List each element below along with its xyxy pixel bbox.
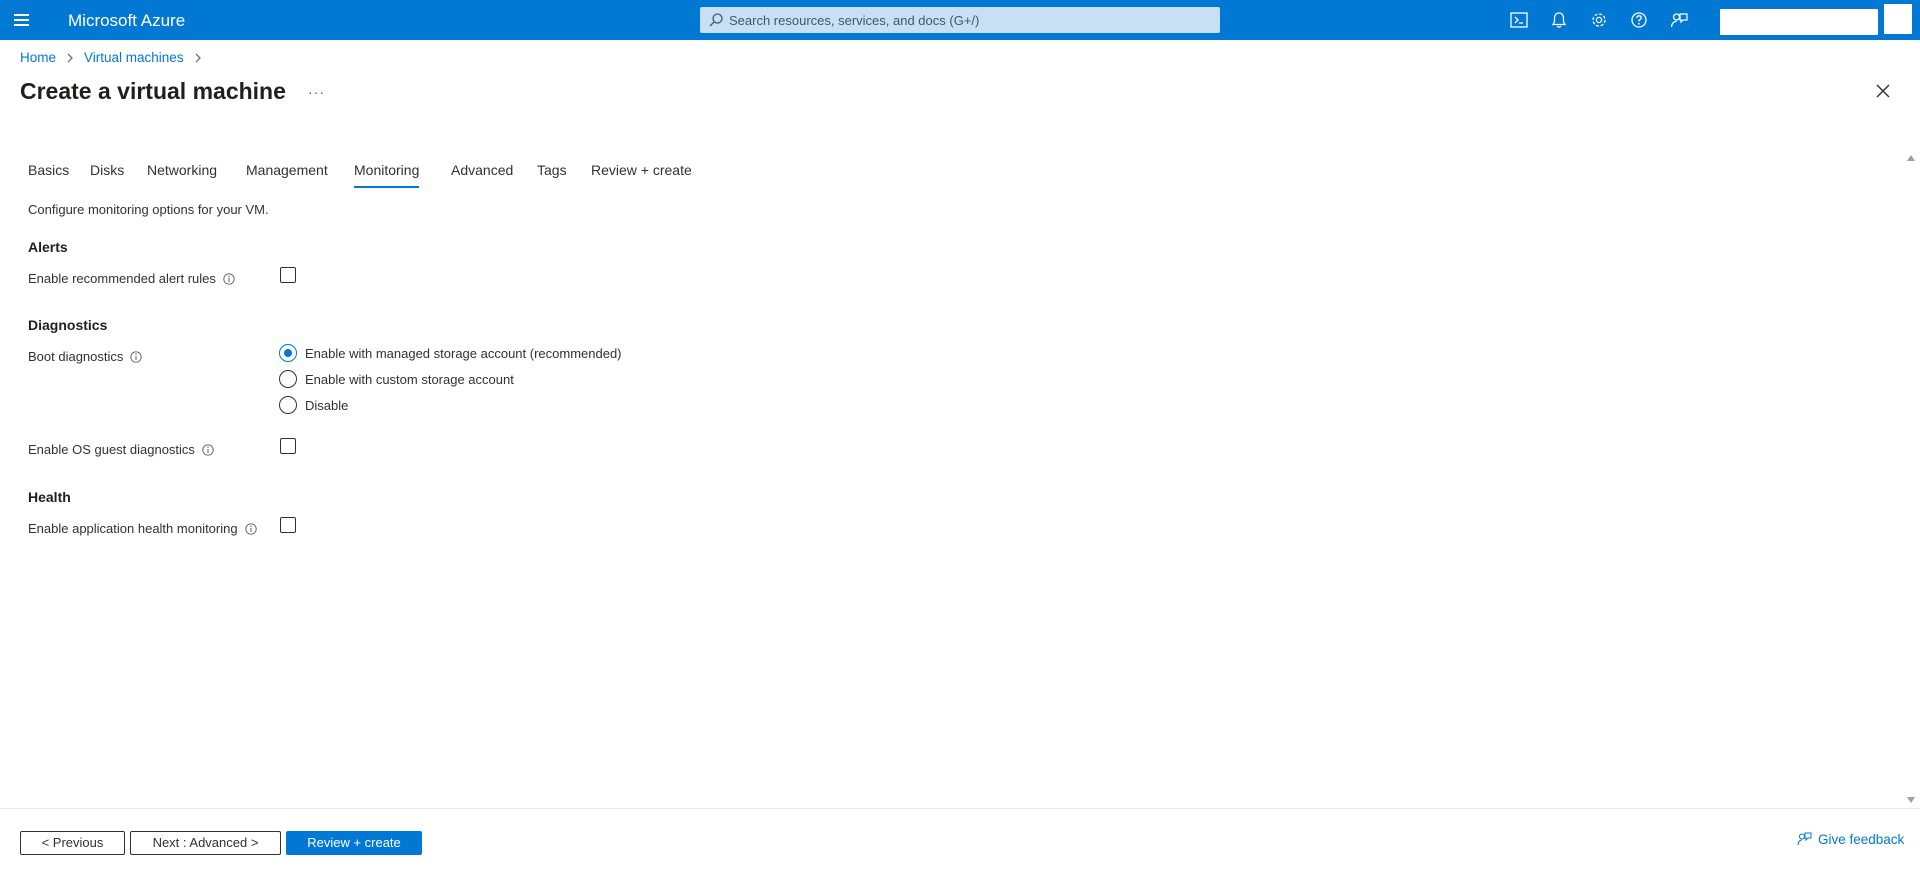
page-title: Create a virtual machine: [20, 78, 286, 104]
chevron-right-icon: [195, 54, 201, 63]
breadcrumb-home[interactable]: Home: [20, 50, 56, 65]
account-field[interactable]: [1720, 9, 1878, 35]
alerts-heading: Alerts: [28, 239, 68, 255]
previous-button[interactable]: < Previous: [20, 831, 125, 855]
cloud-shell-icon[interactable]: [1509, 10, 1529, 30]
info-icon[interactable]: [223, 273, 235, 285]
scroll-down-icon[interactable]: [1906, 796, 1916, 804]
boot-diagnostics-label-text: Boot diagnostics: [28, 349, 124, 364]
radio-label: Disable: [305, 398, 349, 413]
footer-bar: < Previous Next : Advanced > Review + cr…: [0, 808, 1920, 879]
feedback-person-icon: [1797, 832, 1812, 846]
more-options-icon[interactable]: ···: [308, 84, 325, 100]
tab-networking[interactable]: Networking: [147, 162, 217, 186]
info-icon[interactable]: [130, 351, 143, 363]
tab-monitoring[interactable]: Monitoring: [354, 162, 420, 188]
tab-basics[interactable]: Basics: [28, 162, 69, 186]
alert-rules-label-text: Enable recommended alert rules: [28, 271, 216, 286]
scroll-up-icon[interactable]: [1906, 154, 1916, 162]
notifications-icon[interactable]: [1549, 10, 1569, 30]
next-button[interactable]: Next : Advanced >: [130, 831, 281, 855]
alert-rules-label: Enable recommended alert rules: [28, 271, 235, 286]
search-placeholder: Search resources, services, and docs (G+…: [729, 13, 980, 28]
radio-button[interactable]: [279, 370, 297, 388]
settings-icon[interactable]: [1589, 10, 1609, 30]
radio-button-selected[interactable]: [279, 344, 297, 362]
review-create-button[interactable]: Review + create: [286, 831, 422, 855]
radio-button[interactable]: [279, 396, 297, 414]
info-icon[interactable]: [202, 444, 214, 456]
os-guest-diagnostics-checkbox[interactable]: [280, 438, 296, 454]
radio-label: Enable with managed storage account (rec…: [305, 346, 622, 361]
boot-diagnostics-label: Boot diagnostics: [28, 349, 143, 364]
alert-rules-checkbox[interactable]: [280, 267, 296, 283]
top-bar: Microsoft Azure Search resources, servic…: [0, 0, 1920, 40]
app-health-checkbox[interactable]: [280, 517, 296, 533]
os-guest-diagnostics-label-text: Enable OS guest diagnostics: [28, 442, 195, 457]
search-input[interactable]: Search resources, services, and docs (G+…: [700, 7, 1220, 33]
os-guest-diagnostics-label: Enable OS guest diagnostics: [28, 442, 214, 457]
avatar[interactable]: [1884, 4, 1912, 34]
give-feedback-label: Give feedback: [1818, 832, 1905, 847]
portal-brand[interactable]: Microsoft Azure: [68, 11, 185, 31]
tab-advanced[interactable]: Advanced: [451, 162, 513, 186]
diagnostics-heading: Diagnostics: [28, 317, 108, 333]
radio-label: Enable with custom storage account: [305, 372, 514, 387]
close-icon[interactable]: [1874, 82, 1892, 100]
breadcrumb: Home Virtual machines: [20, 50, 212, 65]
app-health-label-text: Enable application health monitoring: [28, 521, 238, 536]
menu-icon[interactable]: [14, 12, 34, 28]
tab-tags[interactable]: Tags: [537, 162, 567, 186]
page-description: Configure monitoring options for your VM…: [28, 202, 269, 217]
tab-management[interactable]: Management: [246, 162, 328, 186]
app-health-label: Enable application health monitoring: [28, 521, 257, 536]
scrollbar[interactable]: [1906, 152, 1920, 808]
tab-review-create[interactable]: Review + create: [591, 162, 692, 186]
feedback-icon[interactable]: [1669, 10, 1689, 30]
health-heading: Health: [28, 489, 71, 505]
search-icon: [709, 13, 723, 27]
info-icon[interactable]: [244, 523, 257, 535]
give-feedback-link[interactable]: Give feedback: [1796, 831, 1904, 847]
help-icon[interactable]: [1629, 10, 1649, 30]
chevron-right-icon: [67, 54, 73, 63]
breadcrumb-virtual-machines[interactable]: Virtual machines: [84, 50, 184, 65]
tab-disks[interactable]: Disks: [90, 162, 124, 186]
